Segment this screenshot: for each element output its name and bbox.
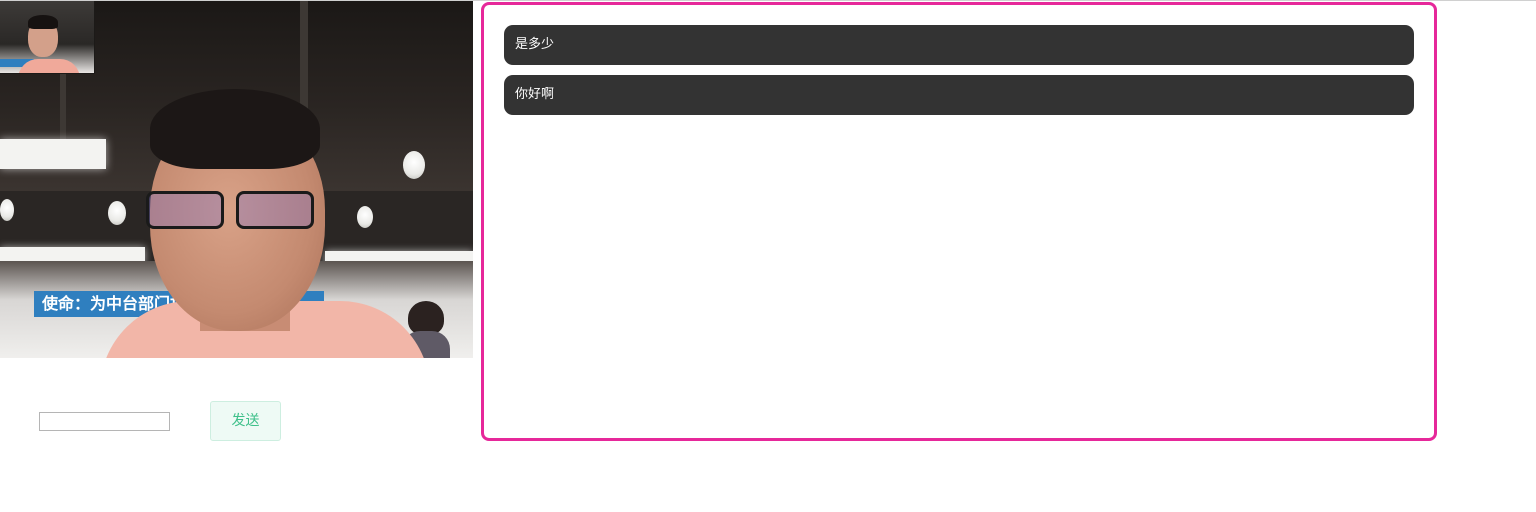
pendant-light: [108, 201, 126, 225]
pendant-light: [403, 151, 425, 179]
glasses: [140, 187, 320, 229]
pendant-light: [0, 199, 14, 221]
message-input[interactable]: [39, 412, 170, 431]
chat-message-list: 是多少 你好啊: [504, 25, 1414, 125]
chat-message: 你好啊: [504, 75, 1414, 115]
chat-message: 是多少: [504, 25, 1414, 65]
chat-panel: 是多少 你好啊: [481, 2, 1437, 441]
local-video-preview[interactable]: [0, 1, 95, 74]
pendant-light: [357, 206, 373, 228]
send-button[interactable]: 发送: [210, 401, 281, 441]
ceiling-lamp: [0, 139, 106, 169]
person-hair: [150, 89, 320, 169]
